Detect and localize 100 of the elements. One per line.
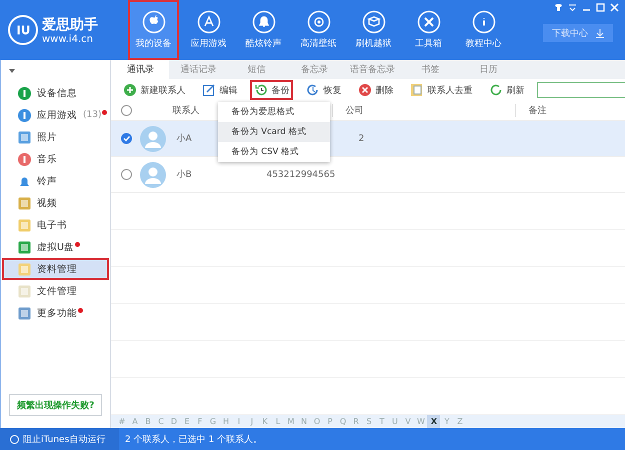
letter-index[interactable]: D <box>167 415 180 428</box>
edit-icon <box>202 83 216 98</box>
sidebar-label: 资料管理 <box>37 262 77 276</box>
menu-item[interactable]: 备份为爱思格式 <box>218 102 330 122</box>
letter-index[interactable]: F <box>193 415 206 428</box>
letter-index[interactable]: # <box>115 415 128 428</box>
sidebar-label: 应用游戏 <box>37 108 77 122</box>
toolbar-button[interactable]: 联系人去重 <box>406 80 476 100</box>
sidebar-item[interactable]: 应用游戏 (13) <box>2 104 110 126</box>
contact-name: 小B <box>176 168 193 182</box>
letter-index[interactable]: J <box>245 415 258 428</box>
nav-tab[interactable]: 高清壁纸 <box>293 0 344 60</box>
letter-index[interactable]: E <box>180 415 194 428</box>
help-button[interactable]: 频繁出现操作失败? <box>9 394 102 416</box>
info-icon <box>472 10 496 34</box>
sidebar-item[interactable]: 更多功能 <box>2 302 110 324</box>
restore-icon <box>306 83 320 98</box>
letter-index[interactable]: T <box>375 415 388 428</box>
letter-index[interactable]: K <box>258 415 272 428</box>
row-checkbox[interactable] <box>121 169 132 180</box>
sidebar-label: 音乐 <box>37 152 57 166</box>
tab[interactable]: 短信 <box>227 60 286 80</box>
avatar-icon <box>140 162 166 188</box>
letter-index[interactable]: X <box>427 415 440 428</box>
sidebar-label: 虚拟U盘 <box>37 240 74 254</box>
tab[interactable]: 日历 <box>459 60 518 80</box>
sidebar-item[interactable]: 视频 <box>2 192 110 214</box>
add-icon <box>123 83 138 98</box>
letter-index[interactable]: U <box>388 415 402 428</box>
app-url: www.i4.cn <box>42 34 94 44</box>
sidebar-item[interactable]: 音乐 <box>2 148 110 170</box>
nav-tab[interactable]: 刷机越狱 <box>348 0 399 60</box>
download-center-button[interactable]: 下载中心 <box>543 24 613 42</box>
letter-index[interactable]: Z <box>453 415 466 428</box>
sidebar-item[interactable]: 虚拟U盘 <box>2 236 110 258</box>
phone-number: 2 <box>358 134 364 144</box>
status-text: 2 个联系人，已选中 1 个联系人。 <box>124 434 262 446</box>
nav-tab[interactable]: 教程中心 <box>458 0 509 60</box>
sidebar-label: 视频 <box>37 196 57 210</box>
toolbar-button[interactable]: 刷新 <box>485 80 528 100</box>
skin-icon[interactable] <box>554 3 563 12</box>
toolbar-button[interactable]: 备份 <box>250 80 294 100</box>
letter-index[interactable]: C <box>154 415 168 428</box>
sidebar-label: 更多功能 <box>37 306 77 320</box>
row-checkbox[interactable] <box>121 133 132 144</box>
sidebar-item[interactable]: 铃声 <box>2 170 110 192</box>
toolbar-button[interactable]: 新建联系人 <box>119 80 190 100</box>
itunes-toggle[interactable]: 阻止iTunes自动运行 <box>0 428 119 450</box>
menu-icon[interactable] <box>568 3 577 12</box>
toolbar-button[interactable]: 恢复 <box>302 80 346 100</box>
letter-index[interactable]: P <box>323 415 336 428</box>
sidebar-label: 设备信息 <box>37 86 77 100</box>
letter-index[interactable]: H <box>219 415 232 428</box>
sidebar-item[interactable]: 资料管理 <box>2 258 110 280</box>
tab[interactable]: 备忘录 <box>285 60 344 80</box>
tab[interactable]: 语音备忘录 <box>343 60 402 80</box>
sidebar-label: 文件管理 <box>37 284 77 298</box>
letter-index[interactable]: Y <box>440 415 454 428</box>
tools-icon <box>416 10 440 34</box>
bell-icon <box>252 10 276 34</box>
tab[interactable]: 书签 <box>401 60 460 80</box>
letter-index[interactable]: M <box>284 415 298 428</box>
letter-index[interactable]: B <box>141 415 154 428</box>
app-name: 爱思助手 <box>42 16 98 34</box>
letter-index[interactable]: L <box>271 415 284 428</box>
bell-icon <box>18 174 31 188</box>
maximize-icon[interactable] <box>596 3 605 12</box>
menu-item[interactable]: 备份为 CSV 格式 <box>218 142 330 162</box>
letter-index[interactable]: Q <box>336 415 350 428</box>
letter-index[interactable]: G <box>206 415 220 428</box>
download-icon <box>596 28 604 38</box>
logo-icon <box>8 15 38 45</box>
search-field[interactable] <box>537 82 625 98</box>
letter-index[interactable]: I <box>232 415 246 428</box>
sidebar-item[interactable]: 照片 <box>2 126 110 148</box>
nav-tab[interactable]: 酷炫铃声 <box>238 0 289 60</box>
tab[interactable]: 通话记录 <box>169 60 228 80</box>
avatar-icon <box>140 126 166 152</box>
sidebar-item[interactable]: 电子书 <box>2 214 110 236</box>
letter-index[interactable]: W <box>414 415 428 428</box>
sidebar-item[interactable]: 设备信息 <box>2 82 110 104</box>
sidebar-item[interactable]: 文件管理 <box>2 280 110 302</box>
letter-index[interactable]: V <box>401 415 414 428</box>
letter-index[interactable]: S <box>362 415 376 428</box>
letter-index[interactable]: A <box>128 415 142 428</box>
letter-index[interactable]: N <box>297 415 310 428</box>
letter-index[interactable]: R <box>349 415 362 428</box>
nav-tab[interactable]: 工具箱 <box>403 0 454 60</box>
caret-icon[interactable] <box>9 69 15 73</box>
nav-tab[interactable]: 我的设备 <box>128 0 179 60</box>
app-count: (13) <box>83 110 102 120</box>
close-icon[interactable] <box>610 3 619 12</box>
toolbar-button[interactable]: 删除 <box>354 80 398 100</box>
menu-item[interactable]: 备份为 Vcard 格式 <box>218 122 330 142</box>
select-all-checkbox[interactable] <box>121 104 132 116</box>
nav-tab[interactable]: 应用游戏 <box>183 0 234 60</box>
tab[interactable]: 通讯录 <box>111 60 170 80</box>
letter-index[interactable]: O <box>310 415 324 428</box>
sidebar-label: 铃声 <box>37 174 57 188</box>
toolbar-button[interactable]: 编辑 <box>198 80 242 100</box>
